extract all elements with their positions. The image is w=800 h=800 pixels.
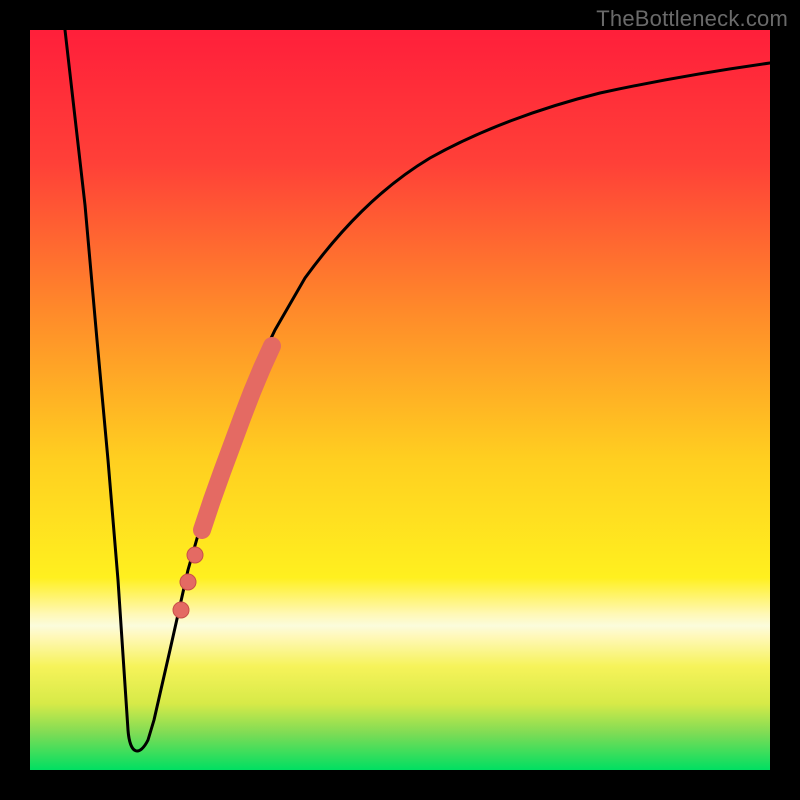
chart-frame: { "watermark": "TheBottleneck.com", "col… (0, 0, 800, 800)
marker-dot (180, 574, 196, 590)
curve-layer (30, 30, 770, 770)
marker-dot (173, 602, 189, 618)
highlight-segment (202, 346, 272, 530)
bottleneck-curve (65, 30, 770, 751)
plot-area (30, 30, 770, 770)
watermark-text: TheBottleneck.com (596, 6, 788, 32)
marker-dot (187, 547, 203, 563)
